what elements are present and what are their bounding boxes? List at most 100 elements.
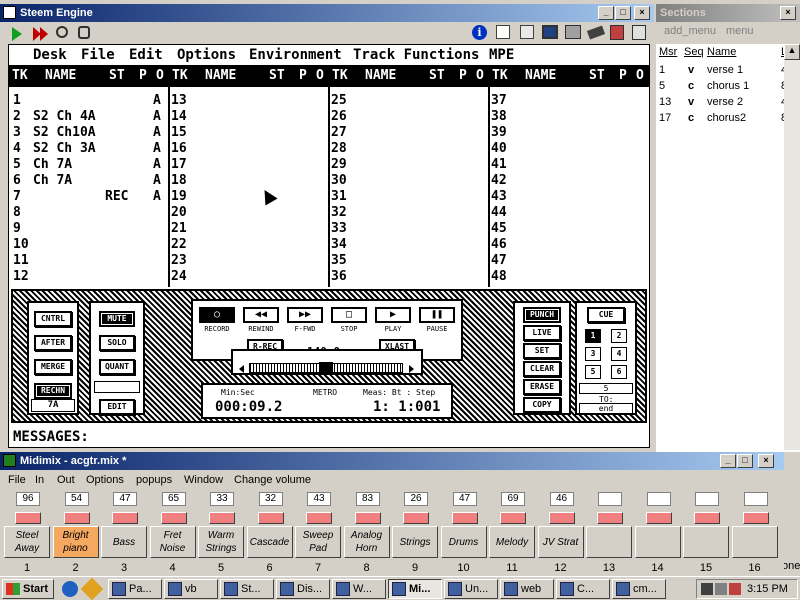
start-button[interactable]: Start bbox=[2, 579, 54, 599]
volume-value-box[interactable] bbox=[598, 492, 622, 506]
button-erase[interactable]: ERASE bbox=[523, 379, 561, 395]
taskbar-item[interactable]: C... bbox=[556, 579, 610, 599]
mute-button[interactable] bbox=[160, 512, 187, 524]
mute-button[interactable] bbox=[209, 512, 235, 524]
paste-icon[interactable] bbox=[520, 25, 534, 39]
track-row[interactable]: 28 bbox=[331, 141, 487, 157]
tray-app-icon[interactable] bbox=[729, 583, 741, 595]
midimix-menu-change-volume[interactable]: Change volume bbox=[234, 472, 311, 488]
midimix-titlebar[interactable]: Midimix - acgtr.mix * _ □ × bbox=[0, 452, 784, 470]
track-row[interactable]: 45 bbox=[491, 221, 647, 237]
track-row[interactable]: 22 bbox=[171, 237, 327, 253]
track-row[interactable]: 10 bbox=[9, 237, 167, 253]
link-icon[interactable] bbox=[496, 25, 510, 39]
run-icon[interactable] bbox=[12, 27, 22, 41]
midimix-menu-in[interactable]: In bbox=[35, 472, 44, 488]
track-row[interactable]: 11 bbox=[9, 253, 167, 269]
volume-value-box[interactable]: 43 bbox=[307, 492, 331, 506]
program-button[interactable]: JV Strat bbox=[537, 526, 584, 558]
tempo-slider-thumb[interactable] bbox=[319, 362, 333, 374]
track-row[interactable]: 34 bbox=[331, 237, 487, 253]
sections-header-msr[interactable]: Msr bbox=[659, 46, 677, 58]
volume-value-box[interactable]: 32 bbox=[258, 492, 283, 506]
track-row[interactable]: 19 bbox=[171, 189, 327, 205]
volume-value-box[interactable] bbox=[743, 492, 768, 506]
taskbar-item[interactable]: Dis... bbox=[276, 579, 330, 599]
track-row[interactable]: 41 bbox=[491, 157, 647, 173]
mute-button[interactable] bbox=[403, 512, 429, 524]
cue-value-selector[interactable]: 5 bbox=[579, 383, 633, 394]
channel-selector[interactable]: 7A bbox=[31, 399, 75, 412]
volume-value-box[interactable]: 47 bbox=[452, 492, 477, 506]
track-row[interactable]: 33 bbox=[331, 221, 487, 237]
track-row[interactable]: 23 bbox=[171, 253, 327, 269]
mute-button[interactable] bbox=[694, 512, 720, 524]
tools-icon[interactable] bbox=[565, 25, 581, 39]
midimix-menu-options[interactable]: Options bbox=[86, 472, 124, 488]
mute-button[interactable] bbox=[112, 512, 138, 524]
program-button[interactable]: Cascade bbox=[246, 526, 293, 558]
play-button[interactable]: ▶ bbox=[375, 307, 411, 323]
track-row[interactable]: 40 bbox=[491, 141, 647, 157]
program-button[interactable] bbox=[586, 526, 632, 558]
keyboard-icon[interactable] bbox=[586, 25, 606, 40]
midimix-minimize-button[interactable]: _ bbox=[720, 454, 736, 468]
volume-icon[interactable] bbox=[701, 583, 713, 595]
sections-menu[interactable]: menu bbox=[726, 22, 754, 40]
track-row[interactable]: 37 bbox=[491, 93, 647, 109]
midimix-menu-window[interactable]: Window bbox=[184, 472, 223, 488]
mute-button[interactable] bbox=[597, 512, 623, 524]
track-row[interactable]: 14 bbox=[171, 109, 327, 125]
joystick-icon[interactable] bbox=[78, 26, 90, 39]
track-row[interactable]: 7 REC A bbox=[9, 189, 167, 205]
rewind-button[interactable]: ◀◀ bbox=[243, 307, 279, 323]
scroll-up-icon[interactable]: ▲ bbox=[784, 44, 800, 60]
sections-row[interactable]: 5cchorus 18 bbox=[656, 78, 800, 94]
taskbar-item[interactable]: W... bbox=[332, 579, 386, 599]
track-row[interactable]: 6 Ch 7A A bbox=[9, 173, 167, 189]
taskbar-item[interactable]: St... bbox=[220, 579, 274, 599]
track-row[interactable]: 39 bbox=[491, 125, 647, 141]
button-set[interactable]: SET bbox=[523, 343, 561, 359]
mid-slider[interactable] bbox=[94, 381, 140, 393]
sections-titlebar[interactable]: Sections × bbox=[656, 4, 800, 22]
tempo-slider-left-arrow[interactable] bbox=[239, 365, 244, 373]
program-button[interactable]: Fret Noise bbox=[149, 526, 196, 558]
menu-mpe[interactable]: MPE bbox=[489, 45, 514, 65]
button-punch[interactable]: PUNCH bbox=[523, 307, 561, 323]
sections-close-button[interactable]: × bbox=[780, 6, 796, 20]
button-clear[interactable]: CLEAR bbox=[523, 361, 561, 377]
track-row[interactable]: 44 bbox=[491, 205, 647, 221]
track-row[interactable]: 29 bbox=[331, 157, 487, 173]
track-row[interactable]: 26 bbox=[331, 109, 487, 125]
track-row[interactable]: 46 bbox=[491, 237, 647, 253]
button-rechn[interactable]: RECHN bbox=[34, 383, 72, 399]
minimize-button[interactable]: _ bbox=[598, 6, 614, 20]
menu-track-functions[interactable]: Track Functions bbox=[353, 45, 479, 65]
taskbar-item[interactable]: cm... bbox=[612, 579, 666, 599]
button-edit[interactable]: EDIT bbox=[99, 399, 135, 415]
track-row[interactable]: 5 Ch 7A A bbox=[9, 157, 167, 173]
button-after[interactable]: AFTER bbox=[34, 335, 72, 351]
volume-value-box[interactable]: 96 bbox=[16, 492, 40, 506]
taskbar-item[interactable]: Un... bbox=[444, 579, 498, 599]
cue-button[interactable]: CUE bbox=[587, 307, 625, 323]
button-mute[interactable]: MUTE bbox=[99, 311, 135, 327]
volume-value-box[interactable] bbox=[695, 492, 719, 506]
program-button[interactable]: Bright piano bbox=[52, 526, 99, 558]
sections-row[interactable]: 17cchorus28 bbox=[656, 110, 800, 126]
track-row[interactable]: 15 bbox=[171, 125, 327, 141]
midimix-maximize-button[interactable]: □ bbox=[737, 454, 753, 468]
track-row[interactable]: 2 S2 Ch 4A A bbox=[9, 109, 167, 125]
taskbar-item[interactable]: vb bbox=[164, 579, 218, 599]
track-row[interactable]: 36 bbox=[331, 269, 487, 285]
menu-desk[interactable]: Desk bbox=[33, 45, 67, 65]
button-cntrl[interactable]: CNTRL bbox=[34, 311, 72, 327]
track-row[interactable]: 21 bbox=[171, 221, 327, 237]
mute-button[interactable] bbox=[645, 512, 672, 524]
mute-button[interactable] bbox=[451, 512, 478, 524]
info-icon[interactable]: i bbox=[472, 25, 487, 40]
track-row[interactable]: 8 bbox=[9, 205, 167, 221]
program-button[interactable] bbox=[731, 526, 778, 558]
volume-value-box[interactable]: 83 bbox=[355, 492, 380, 506]
